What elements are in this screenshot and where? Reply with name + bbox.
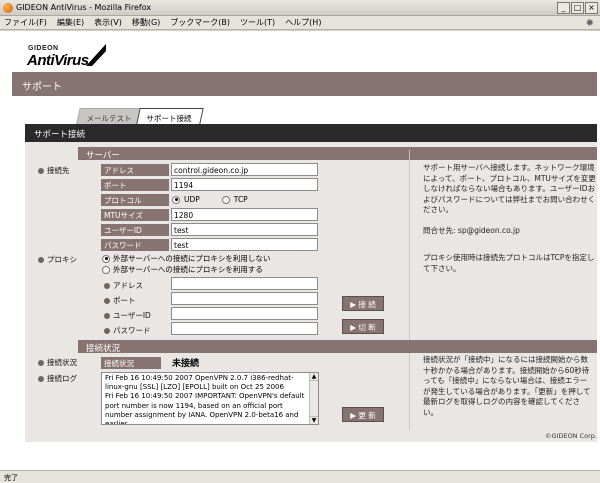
tab-mail-test-label: メールテスト [86, 114, 132, 123]
support-header: サポート [12, 72, 597, 96]
address-label: アドレス [101, 164, 169, 176]
log-row-text: 接続ログ [47, 374, 77, 383]
bullet-icon [38, 375, 44, 382]
proxy-port-label: ポート [104, 295, 136, 306]
protocol-udp-label: UDP [184, 195, 200, 204]
log-row-label: 接続ログ [38, 373, 77, 384]
protocol-udp-radio[interactable] [172, 195, 180, 204]
status-row-label: 接続状況 [38, 357, 77, 368]
protocol-radio-group: UDP TCP [172, 195, 248, 204]
proxy-note: プロキシ使用時は接続先プロトコルはTCPを指定して下さい。 [423, 253, 595, 273]
tab-support-connection[interactable]: サポート接続 [136, 108, 204, 124]
protocol-tcp-label: TCP [233, 195, 248, 204]
server-header-label: サーバー [86, 151, 120, 161]
bullet-icon [38, 167, 44, 174]
menu-file[interactable]: ファイル(F) [4, 17, 47, 28]
status-field-label: 接続状況 [101, 357, 161, 369]
proxy-off-option: 外部サーバーへの接続にプロキシを利用しない [102, 253, 270, 264]
proxy-on-radio[interactable] [102, 265, 110, 274]
status-header-label: 接続状況 [86, 344, 121, 354]
browser-statusbar: 完了 [0, 470, 600, 483]
proxy-row-label: プロキシ [38, 254, 77, 265]
port-label: ポート [101, 179, 169, 191]
proxy-address-label: アドレス [104, 280, 143, 291]
server-row-label: 接続先 [38, 165, 70, 176]
proxy-off-radio[interactable] [102, 254, 110, 263]
bullet-icon [38, 256, 44, 263]
port-field[interactable]: 1194 [171, 178, 318, 191]
proxy-off-label: 外部サーバーへの接続にプロキシを利用しない [113, 254, 271, 263]
server-contact: 問合せ先: sp@gideon.co.jp [423, 226, 520, 235]
connect-button[interactable]: ▶ 接 続 [342, 296, 384, 311]
logo-mark-icon [86, 44, 106, 66]
tab-support-connection-label: サポート接続 [146, 114, 192, 123]
proxy-userid-field[interactable] [171, 307, 318, 320]
close-button[interactable]: × [585, 2, 598, 14]
userid-field[interactable]: test [171, 223, 318, 236]
menubar: ファイル(F) 編集(E) 表示(V) 移動(G) ブックマーク(B) ツール(… [0, 16, 600, 30]
menu-tools[interactable]: ツール(T) [240, 17, 275, 28]
bullet-icon [104, 312, 110, 319]
copyright: ©GIDEON Corp. [545, 432, 597, 440]
bullet-icon [104, 297, 110, 304]
firefox-icon [3, 2, 13, 13]
mtu-label: MTUサイズ [101, 209, 169, 221]
proxy-password-label: パスワード [104, 325, 151, 336]
log-scrollbar[interactable]: ▲ ▼ [309, 373, 318, 424]
scroll-down-icon[interactable]: ▼ [310, 416, 318, 424]
menu-view[interactable]: 表示(V) [94, 17, 122, 28]
support-title: サポート [22, 82, 62, 93]
disconnect-button[interactable]: ▶ 切 断 [342, 319, 384, 334]
status-header: 接続状況 [78, 340, 597, 354]
window-title: GIDEON AntiVirus - Mozilla Firefox [16, 3, 152, 12]
proxy-userid-text: ユーザーID [113, 311, 151, 320]
logo-sub: GIDEON [28, 45, 59, 52]
proxy-userid-label: ユーザーID [104, 310, 151, 321]
proxy-address-text: アドレス [113, 281, 143, 290]
bullet-icon [38, 359, 44, 366]
menu-bookmarks[interactable]: ブックマーク(B) [170, 17, 230, 28]
proxy-port-text: ポート [113, 296, 136, 305]
server-header: サーバー [78, 147, 597, 161]
address-field[interactable]: control.gideon.co.jp [171, 163, 318, 176]
proxy-address-field[interactable] [171, 277, 318, 290]
scroll-up-icon[interactable]: ▲ [310, 373, 318, 381]
status-value: 未接続 [172, 359, 200, 369]
userid-label: ユーザーID [101, 224, 169, 236]
menu-help[interactable]: ヘルプ(H) [285, 17, 321, 28]
protocol-label: プロトコル [101, 194, 169, 206]
proxy-row-text: プロキシ [47, 255, 77, 264]
proxy-on-label: 外部サーバーへの接続にプロキシを利用する [113, 265, 263, 274]
proxy-password-text: パスワード [113, 326, 151, 335]
bullet-icon [104, 327, 110, 334]
window-titlebar: GIDEON AntiVirus - Mozilla Firefox _ □ × [0, 0, 600, 16]
password-label: パスワード [101, 239, 169, 251]
statusbar-text: 完了 [4, 474, 18, 482]
mtu-field[interactable]: 1280 [171, 208, 318, 221]
proxy-port-field[interactable] [171, 292, 318, 305]
logo-main: AntiVirus [27, 52, 89, 69]
proxy-on-option: 外部サーバーへの接続にプロキシを利用する [102, 264, 263, 275]
protocol-tcp-radio[interactable] [221, 195, 230, 204]
connection-log[interactable]: Fri Feb 16 10:49:50 2007 OpenVPN 2.0.7 i… [101, 372, 319, 425]
menu-edit[interactable]: 編集(E) [57, 17, 84, 28]
server-note: サポート用サーバへ接続します。ネットワーク環境によって、ポート、プロトコル、MT… [423, 163, 596, 214]
menu-go[interactable]: 移動(G) [132, 17, 160, 28]
throbber-icon: ✹ [585, 18, 594, 29]
section-title: サポート接続 [34, 130, 86, 140]
maximize-button[interactable]: □ [571, 2, 584, 14]
refresh-button[interactable]: ▶ 更 新 [342, 407, 384, 422]
server-row-text: 接続先 [47, 166, 70, 175]
proxy-password-field[interactable] [171, 322, 318, 335]
tab-strip: メールテスト サポート接続 [12, 108, 597, 124]
status-note: 接続状況が「接続中」になるには接続開始から数十秒かかる場合があります。接続開始か… [423, 355, 591, 417]
column-divider [409, 150, 410, 430]
minimize-button[interactable]: _ [557, 2, 570, 14]
password-field[interactable]: test [171, 238, 318, 251]
section-header: サポート接続 [25, 124, 597, 142]
bullet-icon [104, 282, 110, 289]
status-row-text: 接続状況 [47, 358, 77, 367]
